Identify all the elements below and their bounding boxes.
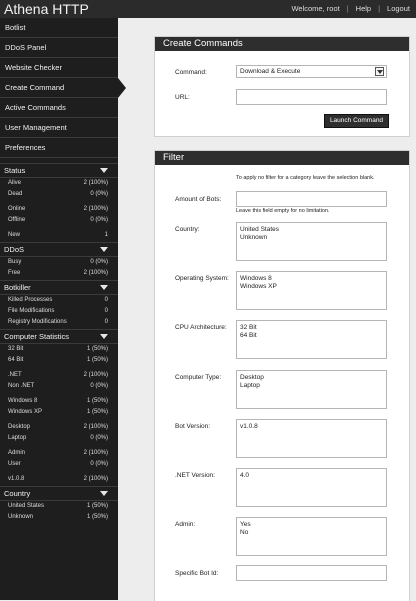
stat-row: New 1 <box>8 232 108 238</box>
ddos-section-header[interactable]: DDoS <box>0 242 118 257</box>
filter-note: To apply no filter for a category leave … <box>236 175 375 181</box>
sidebar: Botlist DDoS Panel Website Checker Creat… <box>0 18 126 600</box>
list-item[interactable]: Unknown <box>240 234 383 242</box>
computer-type-label: Computer Type: <box>175 374 222 381</box>
cpu-architecture-label: CPU Architecture: <box>175 324 227 331</box>
amount-of-bots-label: Amount of Bots: <box>175 196 222 203</box>
stat-row: Free 2 (100%) <box>8 270 108 276</box>
sidebar-item-botlist[interactable]: Botlist <box>0 18 118 38</box>
create-commands-panel: Create Commands Command: Download & Exec… <box>154 36 410 137</box>
admin-select[interactable]: Yes No <box>236 517 387 556</box>
stat-row: Desktop 2 (100%) <box>8 424 108 430</box>
sidebar-item-user-management[interactable]: User Management <box>0 118 118 138</box>
collapse-arrow-icon[interactable] <box>100 334 108 339</box>
stat-row: Admin 2 (100%) <box>8 450 108 456</box>
stat-row: Registry Modifications 0 <box>8 319 108 325</box>
collapse-arrow-icon[interactable] <box>100 491 108 496</box>
bot-version-select[interactable]: v1.0.8 <box>236 419 387 458</box>
os-select[interactable]: Windows 8 Windows XP <box>236 271 387 310</box>
app-title: Athena HTTP <box>4 1 89 17</box>
list-item[interactable]: Yes <box>240 521 383 529</box>
help-link[interactable]: Help <box>356 4 371 13</box>
cpu-architecture-select[interactable]: 32 Bit 64 Bit <box>236 320 387 359</box>
computer-type-select[interactable]: Desktop Laptop <box>236 370 387 409</box>
collapse-arrow-icon[interactable] <box>100 247 108 252</box>
stat-row: Non .NET 0 (0%) <box>8 383 108 389</box>
computer-stats-section-header[interactable]: Computer Statistics <box>0 329 118 344</box>
list-item[interactable]: 64 Bit <box>240 332 383 340</box>
sidebar-item-preferences[interactable]: Preferences <box>0 138 118 158</box>
collapse-arrow-icon[interactable] <box>100 285 108 290</box>
sidebar-item-website-checker[interactable]: Website Checker <box>0 58 118 78</box>
stat-row: Online 2 (100%) <box>8 206 108 212</box>
url-label: URL: <box>175 94 190 101</box>
country-select[interactable]: United States Unknown <box>236 222 387 261</box>
panel-title: Create Commands <box>155 37 409 51</box>
stat-row: Offline 0 (0%) <box>8 217 108 223</box>
admin-label: Admin: <box>175 521 196 528</box>
command-select[interactable]: Download & Execute <box>236 65 387 78</box>
net-version-label: .NET Version: <box>175 472 215 479</box>
stat-row: .NET 2 (100%) <box>8 372 108 378</box>
launch-command-button[interactable]: Launch Command <box>324 114 389 128</box>
chevron-down-icon[interactable] <box>375 67 384 76</box>
divider: | <box>378 4 381 13</box>
collapse-arrow-icon[interactable] <box>100 168 108 173</box>
list-item[interactable]: Windows XP <box>240 283 383 291</box>
amount-hint: Leave this field empty for no limitation… <box>236 208 330 214</box>
amount-of-bots-input[interactable] <box>236 191 387 207</box>
os-label: Operating System: <box>175 275 229 282</box>
stat-row: v1.0.8 2 (100%) <box>8 476 108 482</box>
net-version-select[interactable]: 4.0 <box>236 468 387 507</box>
stat-row: 64 Bit 1 (50%) <box>8 357 108 363</box>
list-item[interactable]: v1.0.8 <box>240 423 383 431</box>
country-label: Country: <box>175 226 200 233</box>
welcome-text: Welcome, root <box>291 4 340 13</box>
stat-row: United States 1 (50%) <box>8 503 108 509</box>
stat-row: 32 Bit 1 (50%) <box>8 346 108 352</box>
list-item[interactable]: Laptop <box>240 382 383 390</box>
botkiller-section-header[interactable]: Botkiller <box>0 280 118 295</box>
top-bar: Athena HTTP Welcome, root | Help | Logout <box>0 0 416 18</box>
url-input[interactable] <box>236 89 387 105</box>
list-item[interactable]: No <box>240 529 383 537</box>
country-section-header[interactable]: Country <box>0 486 118 501</box>
stat-row: User 0 (0%) <box>8 461 108 467</box>
list-item[interactable]: Desktop <box>240 374 383 382</box>
sidebar-item-create-command[interactable]: Create Command <box>0 78 126 98</box>
command-label: Command: <box>175 69 207 76</box>
top-nav: Welcome, root | Help | Logout <box>291 0 410 17</box>
list-item[interactable]: 32 Bit <box>240 324 383 332</box>
stat-row: Dead 0 (0%) <box>8 191 108 197</box>
sidebar-item-ddos-panel[interactable]: DDoS Panel <box>0 38 118 58</box>
logout-link[interactable]: Logout <box>387 4 410 13</box>
stat-row: Unknown 1 (50%) <box>8 514 108 520</box>
stat-row: Windows XP 1 (50%) <box>8 409 108 415</box>
list-item[interactable]: United States <box>240 226 383 234</box>
stat-row: Killed Processes 0 <box>8 297 108 303</box>
stat-row: Alive 2 (100%) <box>8 180 108 186</box>
specific-bot-id-label: Specific Bot Id: <box>175 570 219 577</box>
sidebar-item-active-commands[interactable]: Active Commands <box>0 98 118 118</box>
stat-row: Laptop 0 (0%) <box>8 435 108 441</box>
list-item[interactable]: Windows 8 <box>240 275 383 283</box>
status-section-header[interactable]: Status <box>0 163 118 178</box>
divider: | <box>346 4 349 13</box>
filter-panel: Filter To apply no filter for a category… <box>154 150 410 601</box>
specific-bot-id-input[interactable] <box>236 565 387 581</box>
stat-row: Busy 0 (0%) <box>8 259 108 265</box>
bot-version-label: Bot Version: <box>175 423 211 430</box>
stat-row: File Modifications 0 <box>8 308 108 314</box>
stat-row: Windows 81 (50%) <box>8 398 108 404</box>
panel-title: Filter <box>155 151 409 165</box>
list-item[interactable]: 4.0 <box>240 472 383 480</box>
